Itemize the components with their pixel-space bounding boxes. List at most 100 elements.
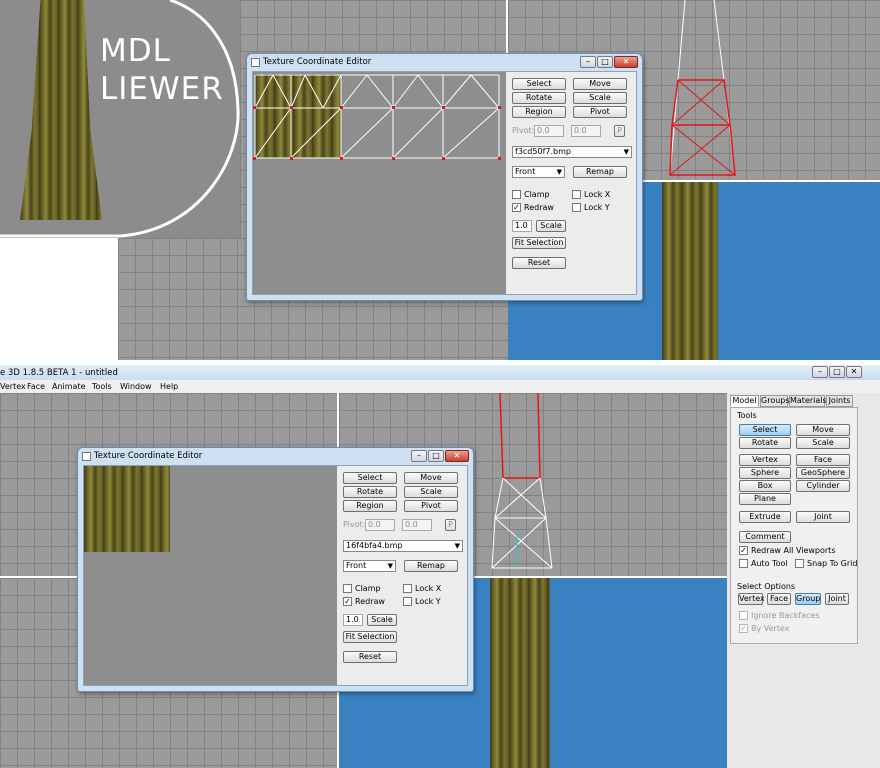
remap-button[interactable]: Remap (573, 166, 627, 178)
fit-selection-button[interactable]: Fit Selection (343, 631, 397, 643)
tool-sphere-button[interactable]: Sphere (739, 467, 791, 479)
close-icon[interactable]: ✕ (445, 450, 469, 462)
minimize-icon[interactable]: – (812, 366, 828, 378)
window-title: Texture Coordinate Editor (263, 57, 372, 67)
pivot-p-button[interactable]: P (614, 125, 625, 137)
rotate-button[interactable]: Rotate (512, 92, 566, 104)
scale-apply-button[interactable]: Scale (536, 220, 566, 232)
close-icon[interactable]: ✕ (614, 56, 638, 68)
menu-vertex[interactable]: Vertex (0, 382, 26, 391)
minimize-icon[interactable]: – (411, 450, 427, 462)
menu-help[interactable]: Help (160, 382, 178, 391)
tool-extrude-button[interactable]: Extrude (739, 511, 791, 523)
rotate-button[interactable]: Rotate (343, 486, 397, 498)
tool-select-button[interactable]: Select (739, 424, 791, 436)
move-button[interactable]: Move (573, 78, 627, 90)
chevron-down-icon: ▼ (556, 168, 562, 176)
clamp-checkbox[interactable]: Clamp (343, 584, 381, 593)
bottom-wireframe (491, 393, 553, 569)
pivot-x-field[interactable]: 0.0 (365, 519, 395, 531)
select-button[interactable]: Select (343, 472, 397, 484)
tool-joint-button[interactable]: Joint (796, 511, 850, 523)
tool-geosphere-button[interactable]: GeoSphere (796, 467, 850, 479)
remap-button[interactable]: Remap (404, 560, 458, 572)
tab-joints[interactable]: Joints (826, 395, 853, 407)
menu-face[interactable]: Face (27, 382, 45, 391)
snap-grid-checkbox[interactable]: Snap To Grid (795, 559, 857, 568)
texture-editor-window-top[interactable]: Texture Coordinate Editor – □ ✕ Select M… (246, 53, 643, 301)
pivot-y-field[interactable]: 0.0 (402, 519, 432, 531)
select-vertex-button[interactable]: Vertex (738, 593, 765, 605)
texture-select[interactable]: 16f4bfa4.bmp ▼ (343, 540, 463, 552)
lock-x-checkbox[interactable]: Lock X (403, 584, 441, 593)
lock-x-checkbox[interactable]: Lock X (572, 190, 610, 199)
tool-box-button[interactable]: Box (739, 480, 791, 492)
maximize-icon[interactable]: □ (597, 56, 613, 68)
check-icon: ✓ (739, 546, 748, 555)
region-button[interactable]: Region (512, 106, 566, 118)
tool-scale-button[interactable]: Scale (796, 437, 850, 449)
texture-select-value: f3cd50f7.bmp (515, 147, 571, 156)
lock-y-label: Lock Y (584, 203, 610, 212)
select-joint-button[interactable]: Joint (825, 593, 849, 605)
scale-button[interactable]: Scale (573, 92, 627, 104)
fit-selection-button[interactable]: Fit Selection (512, 237, 566, 249)
redraw-all-checkbox[interactable]: ✓ Redraw All Viewports (739, 546, 836, 555)
tool-face-button[interactable]: Face (796, 454, 850, 466)
pivot-y-field[interactable]: 0.0 (571, 125, 601, 137)
view-select[interactable]: Front ▼ (512, 166, 565, 178)
by-vertex-label: By Vertex (751, 624, 790, 633)
redraw-label: Redraw (524, 203, 554, 212)
scale-button[interactable]: Scale (404, 486, 458, 498)
scale-apply-button[interactable]: Scale (367, 614, 397, 626)
pivot-p-button[interactable]: P (445, 519, 456, 531)
tool-plane-button[interactable]: Plane (739, 493, 791, 505)
move-button[interactable]: Move (404, 472, 458, 484)
pivot-x-field[interactable]: 0.0 (534, 125, 564, 137)
texture-editor-window-bottom[interactable]: Texture Coordinate Editor – □ ✕ Select M… (77, 447, 474, 692)
redraw-checkbox[interactable]: ✓ Redraw (343, 597, 385, 606)
tool-move-button[interactable]: Move (796, 424, 850, 436)
redraw-label: Redraw (355, 597, 385, 606)
handwriting-text: MDL LIEWER (100, 33, 224, 107)
maximize-icon[interactable]: □ (829, 366, 845, 378)
reset-button[interactable]: Reset (512, 257, 566, 269)
top-wireframe (669, 0, 736, 176)
menu-window[interactable]: Window (120, 382, 152, 391)
lock-y-checkbox[interactable]: Lock Y (403, 597, 441, 606)
clamp-checkbox[interactable]: Clamp (512, 190, 550, 199)
tool-cylinder-button[interactable]: Cylinder (796, 480, 850, 492)
app-titlebar[interactable]: e 3D 1.8.5 BETA 1 - untitled – □ ✕ (0, 365, 880, 380)
minimize-icon[interactable]: – (580, 56, 596, 68)
auto-tool-checkbox[interactable]: Auto Tool (739, 559, 788, 568)
tab-model[interactable]: Model (730, 395, 759, 407)
menu-tools[interactable]: Tools (92, 382, 112, 391)
menu-animate[interactable]: Animate (52, 382, 86, 391)
maximize-icon[interactable]: □ (428, 450, 444, 462)
tab-materials[interactable]: Materials (789, 395, 827, 407)
by-vertex-checkbox[interactable]: ✓ By Vertex (739, 624, 789, 633)
texture-canvas-bottom[interactable] (84, 466, 337, 685)
tab-groups[interactable]: Groups (760, 395, 790, 407)
lock-y-checkbox[interactable]: Lock Y (572, 203, 610, 212)
select-face-button[interactable]: Face (767, 593, 791, 605)
tool-vertex-button[interactable]: Vertex (739, 454, 791, 466)
texture-select[interactable]: f3cd50f7.bmp ▼ (512, 146, 632, 158)
select-group-button[interactable]: Group (795, 593, 821, 605)
scale-value-field[interactable]: 1.0 (343, 614, 363, 626)
view-select[interactable]: Front ▼ (343, 560, 396, 572)
tool-comment-button[interactable]: Comment (739, 531, 791, 543)
redraw-checkbox[interactable]: ✓ Redraw (512, 203, 554, 212)
pivot-button[interactable]: Pivot (404, 500, 458, 512)
reset-button[interactable]: Reset (343, 651, 397, 663)
trunk-render-top (662, 182, 718, 360)
view-select-value: Front (346, 561, 367, 570)
select-button[interactable]: Select (512, 78, 566, 90)
tool-rotate-button[interactable]: Rotate (739, 437, 791, 449)
scale-value-field[interactable]: 1.0 (512, 220, 532, 232)
ignore-backfaces-checkbox[interactable]: Ignore Backfaces (739, 611, 820, 620)
pivot-button[interactable]: Pivot (573, 106, 627, 118)
texture-canvas-top[interactable] (253, 72, 506, 294)
region-button[interactable]: Region (343, 500, 397, 512)
close-icon[interactable]: ✕ (846, 366, 862, 378)
